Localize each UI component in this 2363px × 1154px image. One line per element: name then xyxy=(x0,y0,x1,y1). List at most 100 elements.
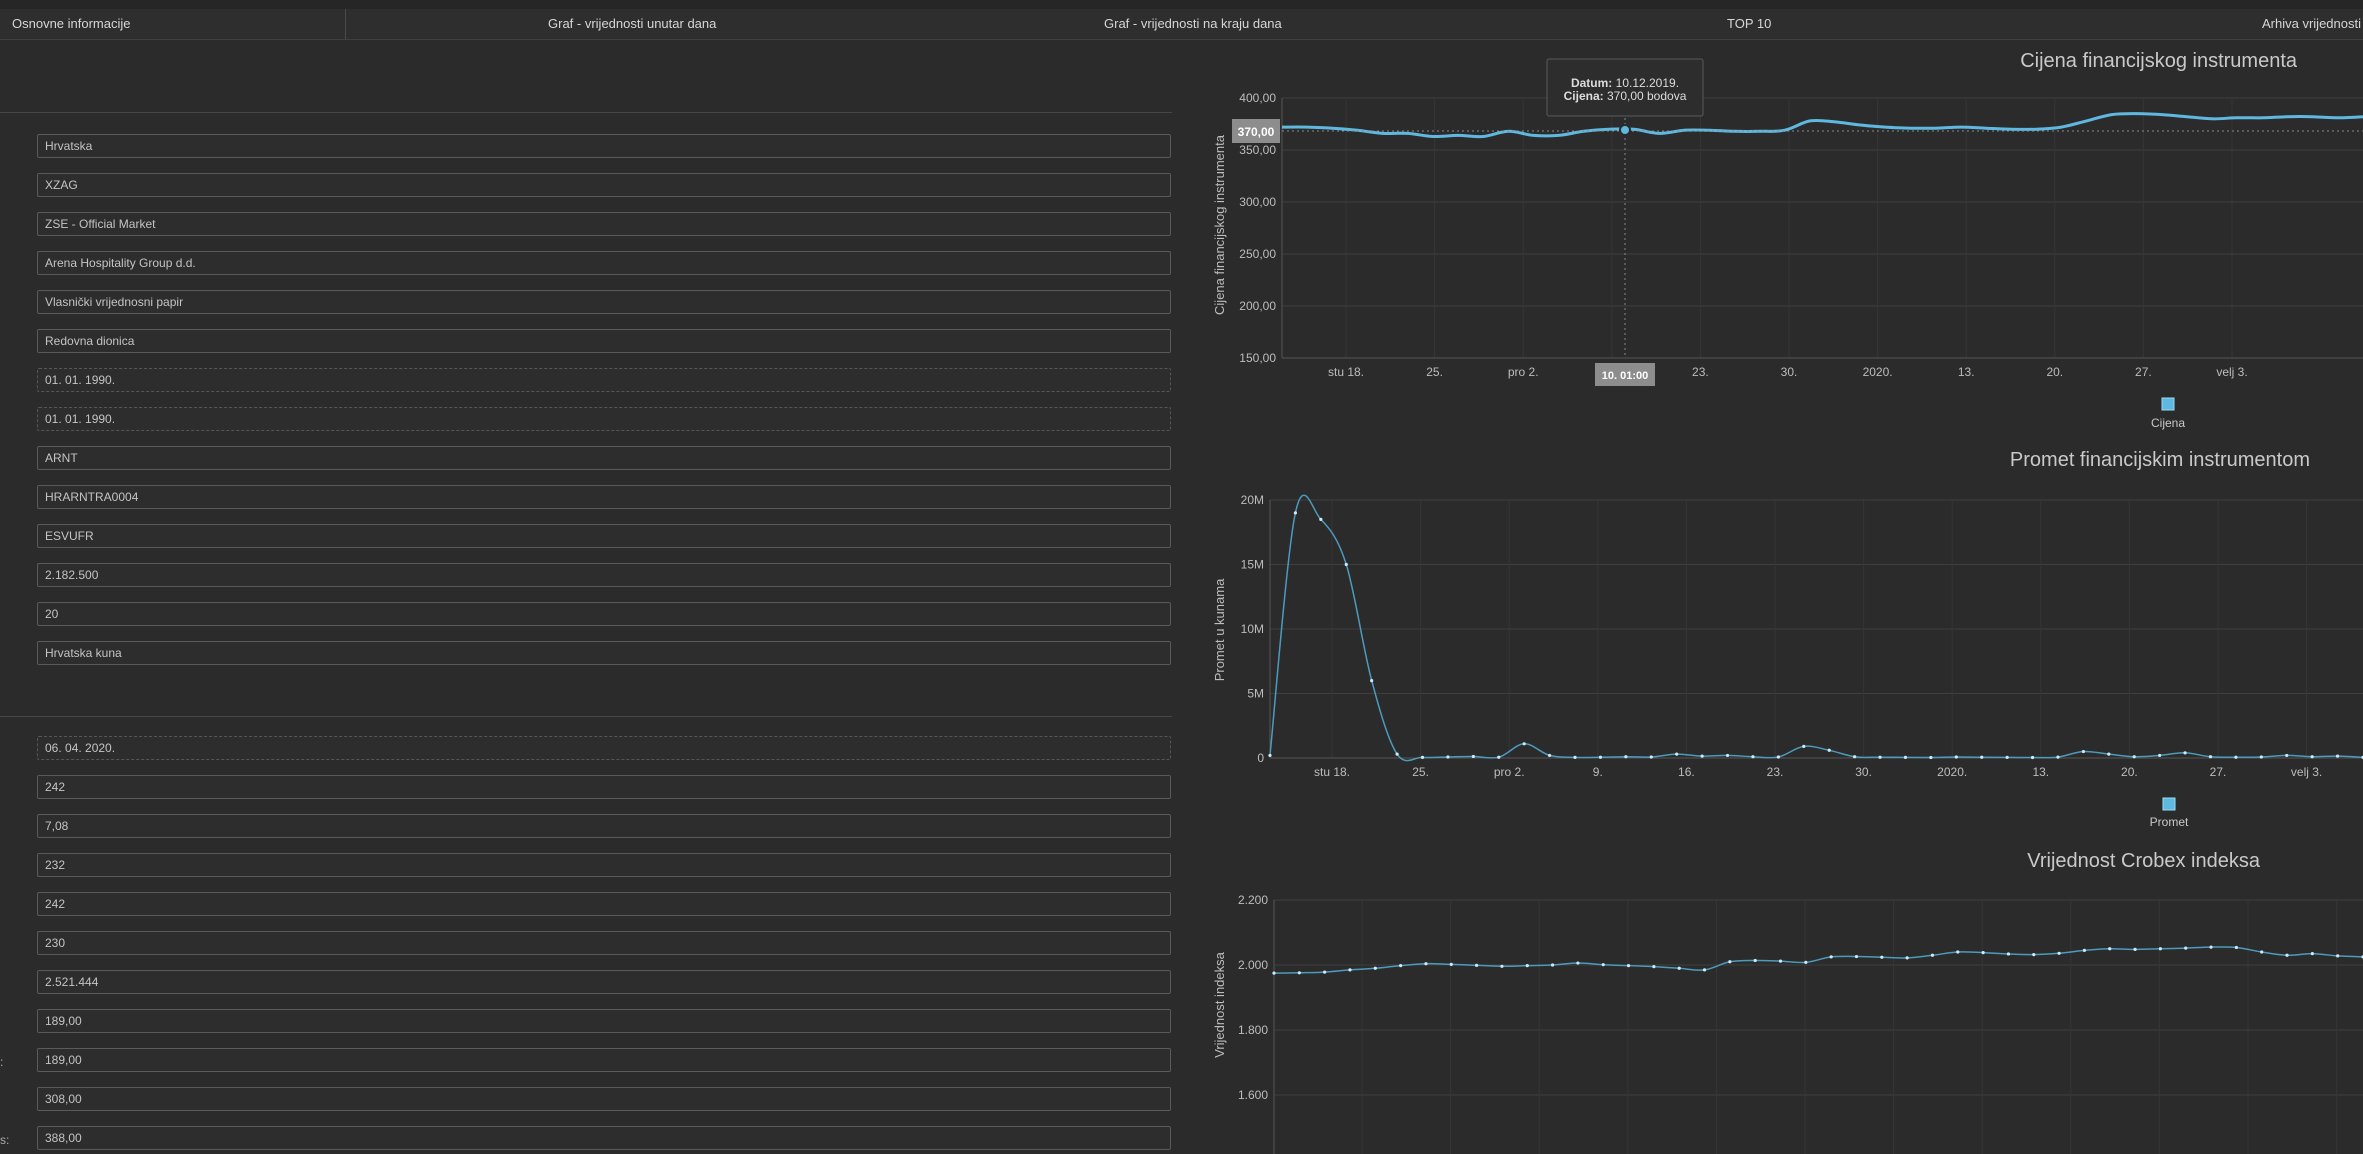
data-point[interactable] xyxy=(1319,517,1323,521)
legend-square-icon[interactable] xyxy=(2161,397,2175,411)
data-point[interactable] xyxy=(2082,948,2087,952)
data-point[interactable] xyxy=(1471,754,1475,759)
data-point[interactable] xyxy=(1652,965,1656,969)
price-legend-label[interactable]: Cijena xyxy=(2151,416,2185,430)
data-point[interactable] xyxy=(1702,968,1707,972)
tab-osnovne-informacije[interactable]: Osnovne informacije xyxy=(0,9,346,39)
field-isin[interactable]: HRARNTRA0004 xyxy=(37,485,1171,509)
data-point[interactable] xyxy=(1954,755,1958,759)
field-country[interactable]: Hrvatska xyxy=(37,134,1171,158)
field-value-1[interactable]: 189,00 xyxy=(37,1009,1171,1033)
data-point[interactable] xyxy=(1649,755,1653,759)
data-point[interactable] xyxy=(2107,752,2111,756)
field-market-segment[interactable]: ZSE - Official Market xyxy=(37,212,1171,236)
data-point[interactable] xyxy=(1624,755,1628,759)
data-point[interactable] xyxy=(1878,755,1882,759)
field-security-subtype[interactable]: Redovna dionica xyxy=(37,329,1171,353)
field-currency[interactable]: Hrvatska kuna xyxy=(37,641,1171,665)
data-point[interactable] xyxy=(1728,960,1732,964)
data-point[interactable] xyxy=(1725,753,1730,758)
data-point[interactable] xyxy=(1598,755,1603,759)
data-point[interactable] xyxy=(2133,947,2137,952)
field-date-2[interactable]: 01. 01. 1990. xyxy=(37,407,1171,431)
data-point[interactable] xyxy=(2030,755,2035,760)
data-point[interactable] xyxy=(1268,753,1272,758)
data-point[interactable] xyxy=(2056,755,2060,759)
data-point[interactable] xyxy=(1293,511,1298,515)
data-point[interactable] xyxy=(1929,755,1933,760)
data-point[interactable] xyxy=(1751,755,1755,759)
field-cfi[interactable]: ESVUFR xyxy=(37,524,1171,548)
data-point[interactable] xyxy=(2108,947,2112,951)
data-point[interactable] xyxy=(2310,755,2314,759)
data-point[interactable] xyxy=(2158,753,2162,758)
data-point[interactable] xyxy=(2184,946,2188,950)
data-point[interactable] xyxy=(2259,755,2263,759)
data-point[interactable] xyxy=(1449,962,1453,966)
data-point[interactable] xyxy=(1853,755,1857,759)
data-point[interactable] xyxy=(1829,955,1833,959)
turnover-legend-label[interactable]: Promet xyxy=(2150,815,2189,829)
field-change[interactable]: 7,08 xyxy=(37,814,1171,838)
data-point[interactable] xyxy=(1802,744,1806,748)
data-point[interactable] xyxy=(1778,959,1783,963)
data-point[interactable] xyxy=(1981,951,1985,955)
data-point[interactable] xyxy=(1677,966,1681,970)
data-point[interactable] xyxy=(2209,945,2213,949)
data-point[interactable] xyxy=(1522,742,1526,746)
field-high[interactable]: 242 xyxy=(37,892,1171,916)
data-point[interactable] xyxy=(1475,963,1479,967)
data-point[interactable] xyxy=(1980,755,1984,759)
data-point[interactable] xyxy=(2260,950,2264,954)
data-point[interactable] xyxy=(1297,971,1301,975)
data-point[interactable] xyxy=(1348,968,1352,972)
data-point[interactable] xyxy=(2234,755,2238,759)
field-value-2[interactable]: 189,00 xyxy=(37,1048,1171,1072)
data-point[interactable] xyxy=(2208,755,2213,759)
data-point[interactable] xyxy=(1753,958,1757,963)
field-security-type[interactable]: Vlasnički vrijednosni papir xyxy=(37,290,1171,314)
data-point[interactable] xyxy=(1930,953,1935,957)
data-point[interactable] xyxy=(1573,755,1577,759)
data-point[interactable] xyxy=(2285,953,2289,957)
data-point[interactable] xyxy=(1804,960,1808,965)
data-point[interactable] xyxy=(1776,755,1780,759)
data-point[interactable] xyxy=(1373,966,1377,970)
field-market-code[interactable]: XZAG xyxy=(37,173,1171,197)
data-point[interactable] xyxy=(1903,755,1908,759)
data-point[interactable] xyxy=(1905,956,1909,960)
data-point[interactable] xyxy=(1827,748,1831,752)
data-point[interactable] xyxy=(1344,562,1348,567)
data-point[interactable] xyxy=(1500,964,1504,968)
data-point[interactable] xyxy=(1880,955,1884,959)
field-value-3[interactable]: 308,00 xyxy=(37,1087,1171,1111)
data-point[interactable] xyxy=(1370,679,1374,683)
data-point[interactable] xyxy=(1395,752,1399,756)
field-value-4[interactable]: 388,00 xyxy=(37,1126,1171,1150)
data-point[interactable] xyxy=(1525,964,1529,968)
data-point[interactable] xyxy=(2005,755,2009,759)
field-nominal[interactable]: 20 xyxy=(37,602,1171,626)
field-shares-count[interactable]: 2.182.500 xyxy=(37,563,1171,587)
data-point[interactable] xyxy=(1420,755,1425,759)
data-point[interactable] xyxy=(1424,962,1428,966)
data-point[interactable] xyxy=(2006,952,2011,956)
data-point[interactable] xyxy=(1956,950,1960,954)
field-last-price[interactable]: 242 xyxy=(37,775,1171,799)
data-point[interactable] xyxy=(2183,751,2187,755)
data-point[interactable] xyxy=(1601,963,1605,967)
data-point[interactable] xyxy=(2158,947,2162,951)
data-point[interactable] xyxy=(1548,753,1552,758)
data-point[interactable] xyxy=(2057,951,2061,955)
field-open[interactable]: 230 xyxy=(37,931,1171,955)
data-point[interactable] xyxy=(2234,945,2238,950)
hover-point[interactable] xyxy=(1619,124,1631,136)
data-point[interactable] xyxy=(1700,754,1704,758)
data-point[interactable] xyxy=(1550,963,1555,967)
data-point[interactable] xyxy=(2081,749,2085,754)
data-point[interactable] xyxy=(2310,952,2314,956)
data-point[interactable] xyxy=(1399,964,1403,968)
data-point[interactable] xyxy=(2285,753,2289,758)
data-point[interactable] xyxy=(1272,971,1276,975)
data-point[interactable] xyxy=(2335,754,2340,758)
